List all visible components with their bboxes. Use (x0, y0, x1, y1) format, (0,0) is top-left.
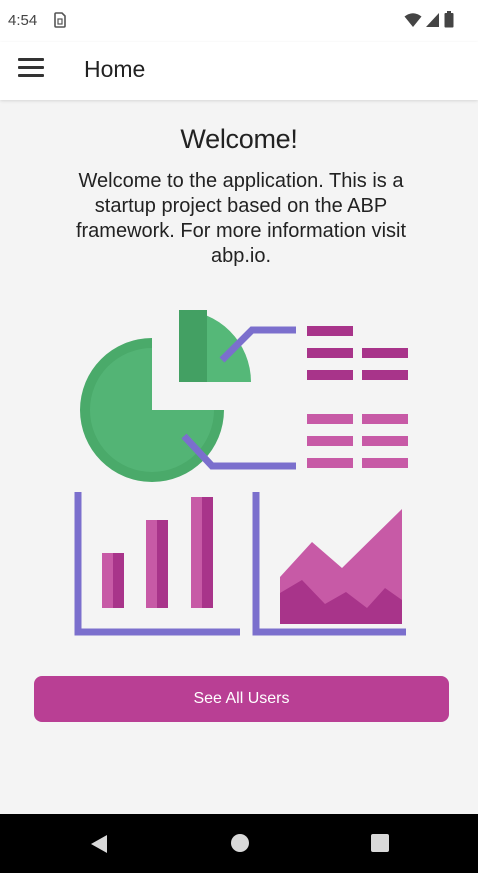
hamburger-menu-icon[interactable] (18, 58, 44, 82)
app-bar: Home (0, 42, 478, 100)
cellular-signal-icon (426, 12, 440, 33)
wifi-icon (404, 12, 422, 33)
see-all-users-button[interactable]: See All Users (34, 676, 449, 722)
status-bar: 4:54 (0, 0, 478, 42)
home-icon[interactable] (231, 834, 249, 852)
legend-rows-upper (307, 326, 408, 380)
dashboard-analytics-illustration (70, 306, 410, 646)
legend-rows-lower (307, 414, 408, 468)
welcome-message: Welcome to the application. This is a st… (75, 170, 407, 267)
pie-chart-graphic (80, 310, 251, 482)
recents-icon[interactable] (371, 834, 389, 852)
page-title: Home (84, 56, 146, 82)
status-time: 4:54 (8, 12, 38, 29)
area-chart-graphic (280, 509, 402, 624)
sim-card-icon (54, 12, 66, 33)
welcome-heading: Welcome! (180, 124, 298, 154)
system-navigation-bar (0, 814, 478, 873)
main-content: Welcome! Welcome to the application. Thi… (0, 100, 478, 814)
battery-icon (444, 11, 454, 33)
status-icons (404, 11, 454, 33)
back-icon[interactable] (90, 834, 108, 859)
bar-chart-graphic (102, 497, 213, 608)
